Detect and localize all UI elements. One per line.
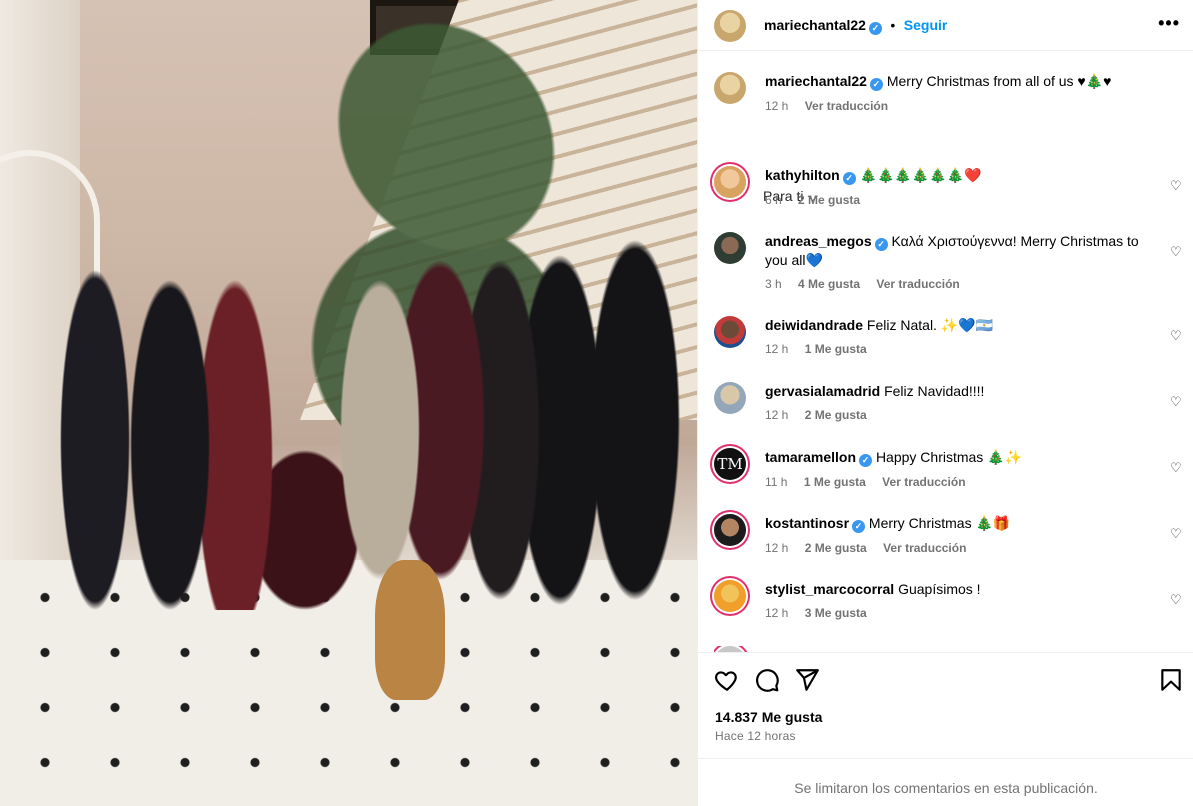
comment-likes[interactable]: 1 Me gusta (805, 342, 867, 356)
comment-like-heart-icon[interactable]: ♡ (1170, 244, 1184, 259)
post-side-panel: mariechantal22 ✓ • Seguir ••• mariechanta… (697, 0, 1193, 806)
comment-text: 🎄🎄🎄🎄🎄🎄❤️ (859, 167, 982, 183)
likes-count[interactable]: 14.837 Me gusta (715, 709, 822, 725)
comment-text: Happy Christmas 🎄✨ (875, 449, 1023, 465)
commenter-avatar[interactable] (714, 232, 746, 264)
post-photo[interactable] (0, 0, 697, 806)
comment-translate-link[interactable]: Ver traducción (876, 277, 959, 291)
commenter-avatar[interactable] (714, 382, 746, 414)
share-icon[interactable] (794, 667, 820, 693)
author-avatar[interactable] (714, 72, 746, 104)
comment-icon[interactable] (754, 667, 780, 693)
verified-icon: ✓ (842, 172, 856, 185)
comment-time: 12 h (765, 408, 789, 422)
comment-likes[interactable]: 1 Me gusta (804, 475, 866, 489)
post-actions: 14.837 Me gusta Hace 12 horas (698, 652, 1193, 752)
comment-username[interactable]: kathyhilton (765, 167, 840, 183)
heart-icon[interactable] (714, 667, 740, 693)
commenter-avatar[interactable] (714, 166, 746, 198)
comment-username[interactable]: deiwidandrade (765, 317, 863, 333)
author-username[interactable]: mariechantal22 (764, 17, 866, 33)
verified-icon: ✓ (874, 238, 888, 251)
commenter-avatar[interactable] (714, 580, 746, 612)
verified-icon: ✓ (869, 78, 883, 91)
comment-time: 12 h (765, 606, 789, 620)
comment-likes[interactable]: 2 Me gusta (805, 408, 867, 422)
photo-dog (375, 560, 445, 700)
comment-time: 6 h (765, 193, 782, 207)
commenter-avatar[interactable] (714, 514, 746, 546)
comment-username[interactable]: tamaramellon (765, 449, 856, 465)
comment-like-heart-icon[interactable]: ♡ (1170, 178, 1184, 193)
more-icon[interactable]: ••• (1158, 13, 1180, 34)
comment-username[interactable]: kostantinosr (765, 515, 849, 531)
author-avatar[interactable] (714, 10, 746, 42)
comment-translate-link[interactable]: Ver traducción (883, 541, 966, 555)
post-header: mariechantal22 ✓ • Seguir ••• (698, 0, 1193, 51)
comment-text: Feliz Natal. ✨💙🇦🇷 (866, 317, 994, 333)
comment-time: 12 h (765, 342, 789, 356)
caption-text: Merry Christmas from all of us ♥🎄♥ (886, 73, 1112, 89)
header-separator: • (890, 17, 896, 33)
comment-like-heart-icon[interactable]: ♡ (1170, 592, 1184, 607)
comments-list[interactable]: mariechantal22 ✓ Merry Christmas from all… (698, 52, 1193, 652)
caption-translate-link[interactable]: Ver traducción (805, 99, 888, 113)
comment-translate-link[interactable]: Ver traducción (882, 475, 965, 489)
commenter-avatar[interactable]: TM (714, 448, 746, 480)
comment-like-heart-icon[interactable]: ♡ (1170, 460, 1184, 475)
verified-icon: ✓ (859, 454, 873, 467)
comment-time: 12 h (765, 541, 789, 555)
bookmark-icon[interactable] (1158, 667, 1184, 693)
verified-icon: ✓ (868, 22, 882, 35)
comment-text: Guapísimos ! (898, 581, 981, 597)
follow-button[interactable]: Seguir (904, 17, 948, 33)
comment-like-heart-icon[interactable]: ♡ (1170, 394, 1184, 409)
photo-family-group (20, 230, 697, 610)
comment-username[interactable]: stylist_marcocorral (765, 581, 894, 597)
verified-icon: ✓ (852, 520, 866, 533)
comment-username[interactable]: andreas_megos (765, 233, 872, 249)
comment-text: Feliz Navidad!!!! (884, 383, 985, 399)
comment-like-heart-icon[interactable]: ♡ (1170, 328, 1184, 343)
comments-limited-notice: Se limitaron los comentarios en esta pub… (698, 758, 1193, 806)
comment-text: Merry Christmas 🎄🎁 (868, 515, 1011, 531)
tm-monogram-logo: TM (717, 455, 743, 473)
comment-username[interactable]: gervasialamadrid (765, 383, 880, 399)
comment-time: 11 h (765, 475, 788, 489)
comment-like-heart-icon[interactable]: ♡ (1170, 526, 1184, 541)
comment-likes[interactable]: 3 Me gusta (805, 606, 867, 620)
caption-username[interactable]: mariechantal22 (765, 73, 867, 89)
post-timestamp[interactable]: Hace 12 horas (715, 729, 796, 743)
commenter-avatar[interactable] (714, 316, 746, 348)
author-line: mariechantal22 ✓ • Seguir (764, 17, 947, 35)
comment-likes[interactable]: 2 Me gusta (798, 193, 860, 207)
comment-likes[interactable]: 4 Me gusta (798, 277, 860, 291)
comment-likes[interactable]: 2 Me gusta (805, 541, 867, 555)
caption-time: 12 h (765, 99, 789, 113)
comment-time: 3 h (765, 277, 782, 291)
